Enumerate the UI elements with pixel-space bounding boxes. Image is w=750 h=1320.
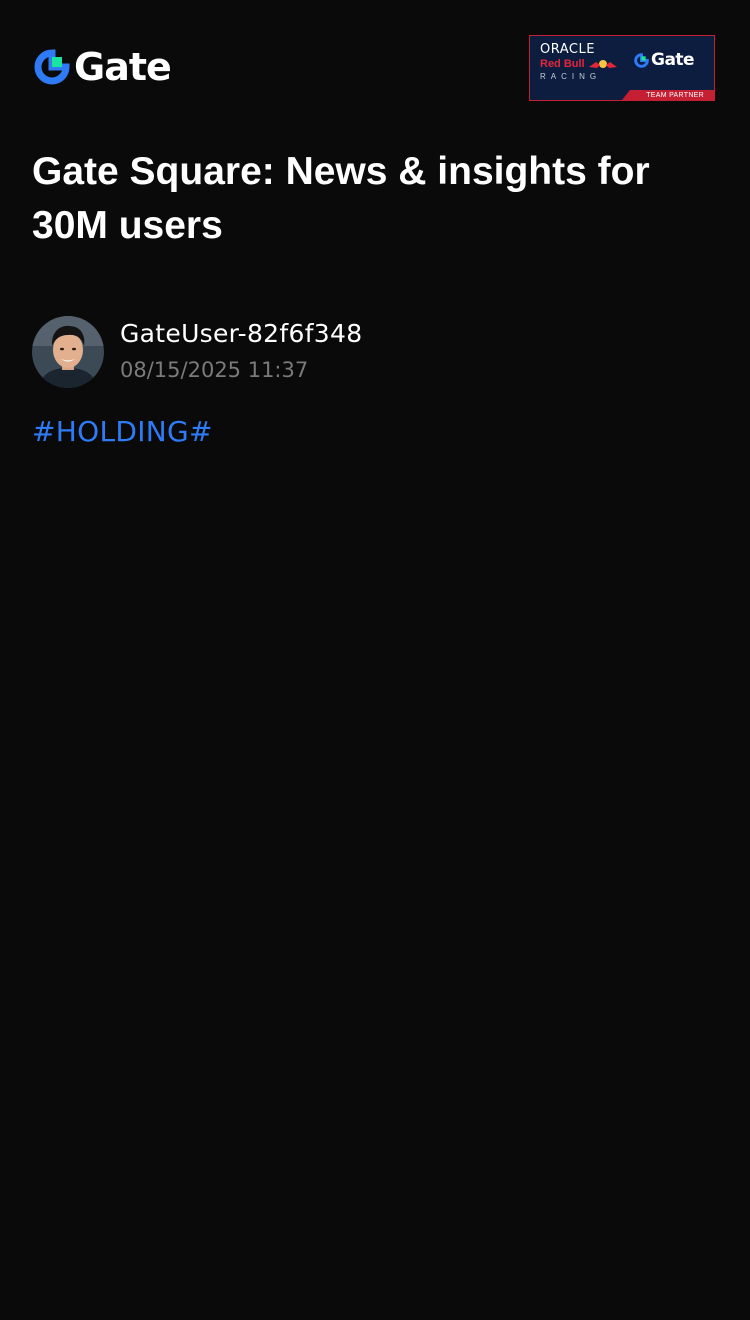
user-avatar — [32, 316, 104, 388]
gate-logo[interactable]: Gate — [34, 44, 172, 90]
post-author[interactable]: GateUser-82f6f348 08/15/2025 11:37 — [32, 316, 362, 388]
partner-banner[interactable]: ORACLE Red Bull RACING Gate TEAM PARTNER — [529, 35, 715, 101]
gate-logo-icon — [34, 49, 70, 85]
logo-text: Gate — [74, 45, 172, 89]
partner-footer: TEAM PARTNER — [530, 90, 714, 100]
app-header: Gate ORACLE Red Bull RACING Gate TEAM PA… — [0, 0, 750, 130]
partner-racing-text: RACING — [540, 72, 602, 81]
partner-footer-text: TEAM PARTNER — [646, 92, 704, 99]
partner-redbull-text: Red Bull — [540, 58, 585, 70]
partner-oracle-text: ORACLE — [540, 42, 595, 57]
page-title: Gate Square: News & insights for 30M use… — [32, 150, 650, 247]
partner-redbull: Red Bull — [540, 58, 618, 70]
avatar[interactable] — [32, 316, 104, 388]
red-bull-icon — [588, 60, 617, 68]
author-meta: GateUser-82f6f348 08/15/2025 11:37 — [120, 317, 362, 387]
gate-logo-icon — [634, 52, 649, 68]
partner-gate-logo: Gate — [634, 50, 695, 70]
post-timestamp: 08/15/2025 11:37 — [120, 358, 309, 382]
partner-gate-text: Gate — [651, 50, 695, 70]
author-name[interactable]: GateUser-82f6f348 — [120, 317, 362, 351]
hashtag-link[interactable]: #HOLDING# — [32, 412, 213, 452]
